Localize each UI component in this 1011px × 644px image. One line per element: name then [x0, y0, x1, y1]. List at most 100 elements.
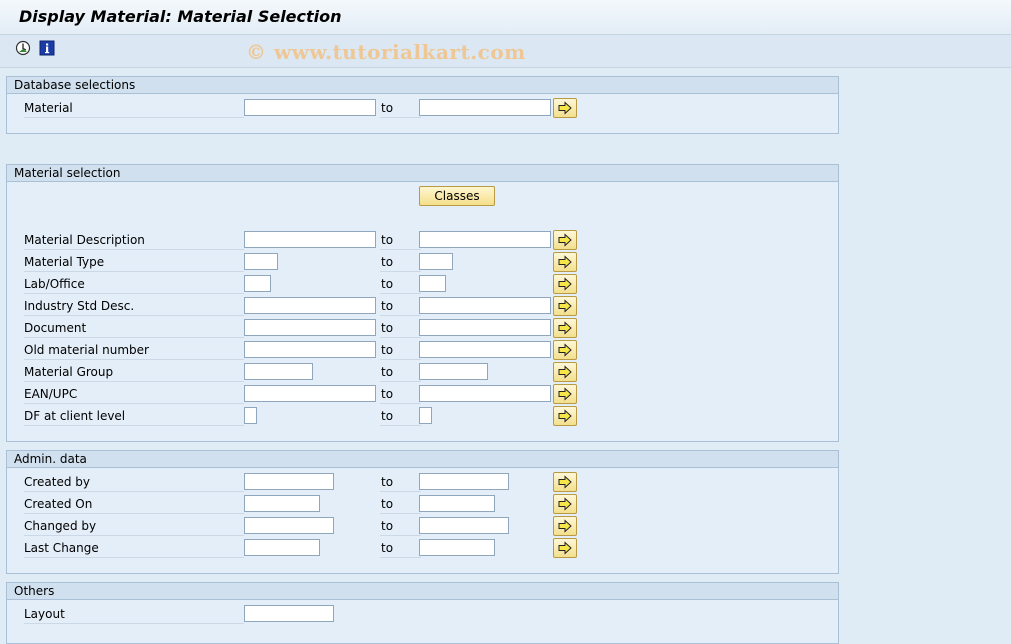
to-label: to: [380, 385, 421, 404]
material-high-input[interactable]: [419, 99, 551, 116]
to-label: to: [380, 319, 421, 338]
lab-office-low-input[interactable]: [244, 275, 271, 292]
material-group-high-input[interactable]: [419, 363, 488, 380]
to-label: to: [380, 539, 421, 558]
label-material: Material: [24, 99, 244, 118]
ean-upc-high-input[interactable]: [419, 385, 551, 402]
multiple-selection-button[interactable]: [553, 516, 577, 536]
industry-std-desc-high-input[interactable]: [419, 297, 551, 314]
changed-by-low-input[interactable]: [244, 517, 334, 534]
label-old-material-number: Old material number: [24, 341, 244, 360]
group-others: Others Layout: [6, 582, 839, 644]
multiple-selection-button[interactable]: [553, 362, 577, 382]
group-title: Database selections: [7, 77, 838, 94]
material-description-low-input[interactable]: [244, 231, 376, 248]
document-high-input[interactable]: [419, 319, 551, 336]
label-ean-upc: EAN/UPC: [24, 385, 244, 404]
group-title: Admin. data: [7, 451, 838, 468]
multiple-selection-button[interactable]: [553, 340, 577, 360]
title-bar: Display Material: Material Selection: [0, 0, 1011, 35]
material-low-input[interactable]: [244, 99, 376, 116]
label-created-by: Created by: [24, 473, 244, 492]
label-material-group: Material Group: [24, 363, 244, 382]
label-lab-office: Lab/Office: [24, 275, 244, 294]
execute-icon[interactable]: [15, 40, 31, 56]
watermark-text: © www.tutorialkart.com: [246, 40, 526, 64]
material-description-high-input[interactable]: [419, 231, 551, 248]
changed-by-high-input[interactable]: [419, 517, 509, 534]
arrow-right-icon: [558, 255, 572, 269]
application-toolbar: © www.tutorialkart.com: [0, 35, 1011, 68]
label-industry-std-desc: Industry Std Desc.: [24, 297, 244, 316]
to-label: to: [380, 297, 421, 316]
created-on-low-input[interactable]: [244, 495, 320, 512]
info-icon[interactable]: [39, 40, 55, 56]
arrow-right-icon: [558, 101, 572, 115]
created-by-high-input[interactable]: [419, 473, 509, 490]
label-material-type: Material Type: [24, 253, 244, 272]
to-label: to: [380, 341, 421, 360]
to-label: to: [380, 363, 421, 382]
group-material-selection: Material selection Classes Material Desc…: [6, 164, 839, 442]
material-group-low-input[interactable]: [244, 363, 313, 380]
label-material-description: Material Description: [24, 231, 244, 250]
label-layout: Layout: [24, 605, 244, 624]
arrow-right-icon: [558, 321, 572, 335]
to-label: to: [380, 99, 421, 118]
ean-upc-low-input[interactable]: [244, 385, 376, 402]
to-label: to: [380, 517, 421, 536]
arrow-right-icon: [558, 233, 572, 247]
to-label: to: [380, 407, 421, 426]
label-created-on: Created On: [24, 495, 244, 514]
to-label: to: [380, 275, 421, 294]
multiple-selection-button[interactable]: [553, 406, 577, 426]
arrow-right-icon: [558, 387, 572, 401]
arrow-right-icon: [558, 475, 572, 489]
last-change-low-input[interactable]: [244, 539, 320, 556]
arrow-right-icon: [558, 519, 572, 533]
arrow-right-icon: [558, 497, 572, 511]
old-material-number-high-input[interactable]: [419, 341, 551, 358]
label-df-at-client-level: DF at client level: [24, 407, 244, 426]
arrow-right-icon: [558, 409, 572, 423]
df-client-level-high-input[interactable]: [419, 407, 432, 424]
multiple-selection-button[interactable]: [553, 274, 577, 294]
classes-button[interactable]: Classes: [419, 186, 495, 206]
multiple-selection-button[interactable]: [553, 472, 577, 492]
to-label: to: [380, 495, 421, 514]
arrow-right-icon: [558, 299, 572, 313]
layout-input[interactable]: [244, 605, 334, 622]
to-label: to: [380, 253, 421, 272]
multiple-selection-button[interactable]: [553, 538, 577, 558]
label-last-change: Last Change: [24, 539, 244, 558]
to-label: to: [380, 231, 421, 250]
multiple-selection-button[interactable]: [553, 384, 577, 404]
lab-office-high-input[interactable]: [419, 275, 446, 292]
last-change-high-input[interactable]: [419, 539, 495, 556]
group-title: Others: [7, 583, 838, 600]
old-material-number-low-input[interactable]: [244, 341, 376, 358]
label-changed-by: Changed by: [24, 517, 244, 536]
multiple-selection-button[interactable]: [553, 98, 577, 118]
multiple-selection-button[interactable]: [553, 230, 577, 250]
arrow-right-icon: [558, 277, 572, 291]
created-on-high-input[interactable]: [419, 495, 495, 512]
window-title: Display Material: Material Selection: [19, 7, 342, 26]
arrow-right-icon: [558, 365, 572, 379]
group-title: Material selection: [7, 165, 838, 182]
multiple-selection-button[interactable]: [553, 252, 577, 272]
label-document: Document: [24, 319, 244, 338]
created-by-low-input[interactable]: [244, 473, 334, 490]
material-type-high-input[interactable]: [419, 253, 453, 270]
multiple-selection-button[interactable]: [553, 494, 577, 514]
arrow-right-icon: [558, 343, 572, 357]
industry-std-desc-low-input[interactable]: [244, 297, 376, 314]
multiple-selection-button[interactable]: [553, 296, 577, 316]
material-type-low-input[interactable]: [244, 253, 278, 270]
group-database-selections: Database selections Material to: [6, 76, 839, 134]
group-admin-data: Admin. data Created by to Created On to …: [6, 450, 839, 574]
df-client-level-low-input[interactable]: [244, 407, 257, 424]
to-label: to: [380, 473, 421, 492]
document-low-input[interactable]: [244, 319, 376, 336]
multiple-selection-button[interactable]: [553, 318, 577, 338]
